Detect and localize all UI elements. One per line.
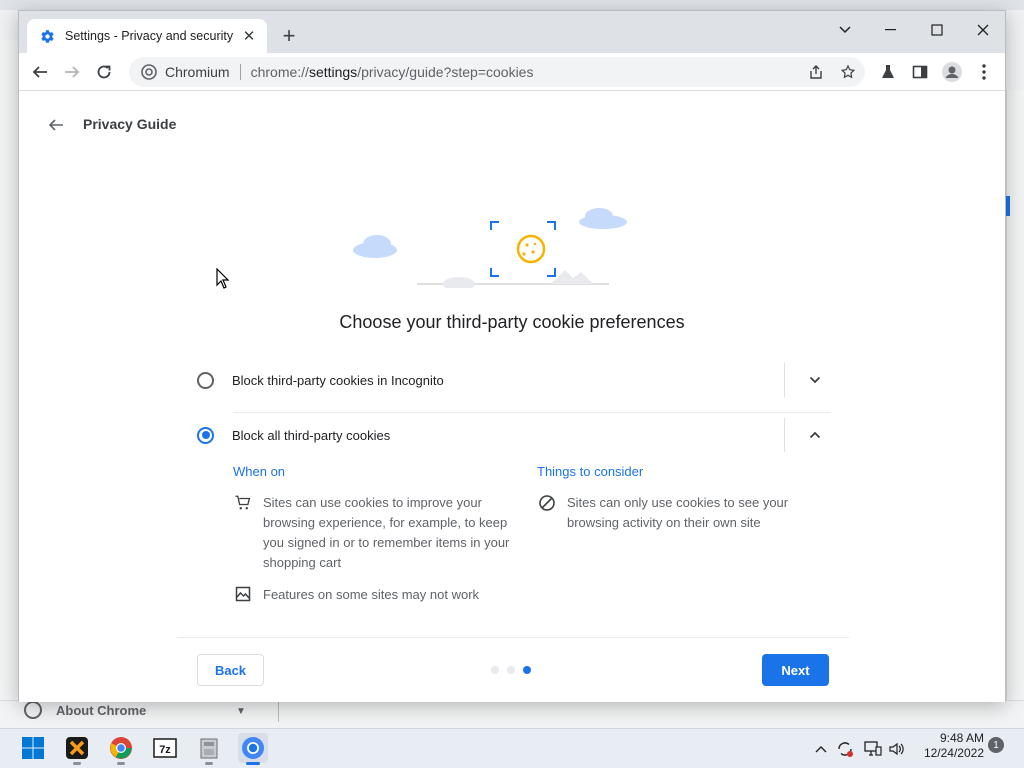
tab-title: Settings - Privacy and security [65, 29, 234, 43]
cloud-right [579, 208, 627, 229]
broken-image-icon [233, 585, 253, 605]
xampp-icon[interactable] [62, 733, 92, 765]
hills [443, 270, 593, 288]
chromium-icon[interactable] [238, 733, 268, 765]
back-arrow-icon[interactable] [45, 114, 67, 136]
option-block-all-label: Block all third-party cookies [232, 427, 391, 443]
page-content: Privacy Guide Choose your third-party co… [19, 92, 1005, 702]
url-prefix: chrome:// [250, 64, 309, 80]
running-indicator [73, 762, 81, 765]
list-item: Features on some sites may not work [233, 585, 513, 605]
background-accent [1006, 196, 1010, 216]
close-window-icon[interactable] [963, 17, 1003, 43]
background-divider [278, 700, 279, 722]
step-dot-active [523, 666, 531, 674]
address-bar[interactable]: Chromium chrome://settings/privacy/guide… [129, 57, 865, 87]
when-on-heading: When on [233, 464, 286, 479]
shopping-cart-icon [233, 493, 253, 513]
chromium-site-icon [141, 64, 157, 80]
url-host: settings [308, 64, 358, 80]
network-icon[interactable] [863, 739, 883, 759]
kebab-menu-icon[interactable] [973, 61, 995, 83]
url-text: chrome://settings/privacy/guide?step=coo… [251, 64, 534, 80]
running-indicator [117, 762, 125, 765]
step-indicator [491, 666, 531, 674]
list-item: Sites can only use cookies to see your b… [537, 493, 817, 533]
volume-icon[interactable] [887, 739, 907, 759]
reload-icon[interactable] [91, 59, 117, 85]
close-tab-icon[interactable]: ✕ [241, 27, 257, 45]
item-text: Features on some sites may not work [263, 587, 480, 602]
installer-icon[interactable] [194, 733, 224, 765]
running-indicator [205, 762, 213, 765]
about-chrome-label: About Chrome [56, 702, 147, 718]
page-heading: Choose your third-party cookie preferenc… [339, 312, 685, 332]
chevron-down-icon[interactable] [803, 368, 827, 392]
clock-date: 12/24/2022 [923, 746, 984, 760]
back-button[interactable]: Back [197, 654, 264, 686]
list-item: Sites can use cookies to improve your br… [233, 493, 513, 573]
bookmark-star-icon[interactable] [837, 61, 859, 83]
side-panel-icon[interactable] [909, 61, 931, 83]
option-separator [784, 418, 785, 452]
option-incognito-label: Block third-party cookies in Incognito [232, 372, 444, 388]
taskbar: 7z 9:48 AM 12/24/2022 1 [0, 728, 1024, 768]
site-name: Chromium [165, 64, 230, 80]
labs-flask-icon[interactable] [877, 61, 899, 83]
share-icon[interactable] [805, 61, 827, 83]
cookie-icon [516, 234, 546, 264]
gear-icon [39, 28, 55, 44]
things-to-consider-heading: Things to consider [537, 464, 644, 479]
step-dot [507, 666, 515, 674]
7zip-icon[interactable]: 7z [150, 733, 180, 763]
system-clock[interactable]: 9:48 AM 12/24/2022 [912, 731, 984, 761]
chevron-up-icon[interactable] [803, 423, 827, 447]
cookie-illustration [353, 208, 627, 288]
background-strip [0, 0, 1024, 10]
background-left-panel [0, 40, 18, 700]
option-incognito[interactable]: Block third-party cookies in Incognito [197, 358, 831, 402]
forward-nav-icon[interactable] [59, 59, 85, 85]
omnibox-separator [239, 64, 241, 80]
about-chrome-item[interactable]: About Chrome [24, 700, 146, 720]
tab-search-icon[interactable] [825, 17, 865, 43]
page-title: Privacy Guide [83, 116, 177, 132]
cloud-left [353, 235, 397, 258]
next-button[interactable]: Next [762, 654, 829, 686]
svg-text:7z: 7z [159, 744, 171, 756]
background-bottom-bar [0, 700, 1024, 728]
sync-alert-icon[interactable] [835, 739, 855, 759]
step-dot [491, 666, 499, 674]
maximize-icon[interactable] [917, 17, 957, 43]
chevron-up-tray-icon[interactable] [811, 739, 831, 759]
back-nav-icon[interactable] [27, 59, 53, 85]
start-icon[interactable] [18, 733, 48, 763]
profile-avatar-icon[interactable] [941, 61, 963, 83]
footer-divider [177, 637, 849, 638]
chrome-info-icon [24, 701, 42, 719]
minimize-icon[interactable] [871, 17, 911, 43]
mouse-cursor-icon [216, 268, 230, 289]
notification-badge[interactable]: 1 [988, 737, 1004, 753]
option-separator [784, 363, 785, 397]
item-text: Sites can only use cookies to see your b… [567, 495, 789, 530]
url-path: /privacy/guide?step=cookies [357, 64, 534, 80]
focus-bracket [490, 221, 556, 277]
item-text: Sites can use cookies to improve your br… [263, 495, 510, 570]
clock-time: 9:48 AM [939, 731, 984, 745]
background-right-panel [1006, 90, 1024, 700]
caret-down-icon[interactable]: ▼ [236, 706, 246, 717]
title-bar: Settings - Privacy and security ✕ + [19, 11, 1005, 53]
new-tab-button[interactable]: + [277, 25, 301, 49]
block-icon [537, 493, 557, 513]
tab-settings[interactable]: Settings - Privacy and security ✕ [27, 19, 267, 53]
running-indicator [246, 762, 260, 765]
toolbar: Chromium chrome://settings/privacy/guide… [19, 53, 1005, 91]
radio-incognito[interactable] [197, 371, 214, 389]
option-block-all[interactable]: Block all third-party cookies [197, 413, 831, 457]
radio-block-all[interactable] [197, 426, 214, 444]
browser-window: Settings - Privacy and security ✕ + Chro… [18, 10, 1006, 702]
chrome-icon[interactable] [106, 733, 136, 765]
